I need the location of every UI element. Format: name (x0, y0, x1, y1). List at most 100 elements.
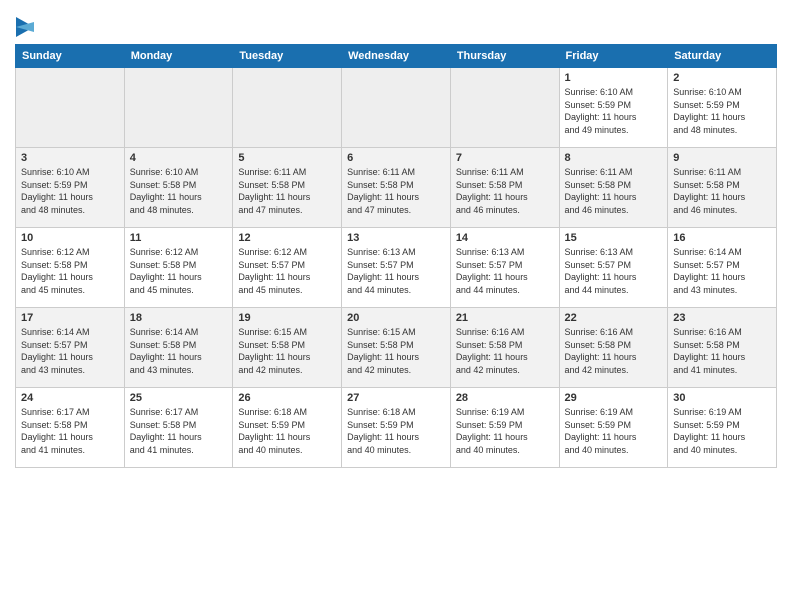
calendar-day-cell (342, 68, 451, 148)
day-info: Sunrise: 6:14 AMSunset: 5:57 PMDaylight:… (673, 246, 771, 296)
day-number: 5 (238, 152, 336, 164)
day-info: Sunrise: 6:10 AMSunset: 5:59 PMDaylight:… (21, 166, 119, 216)
calendar-week-row: 1 Sunrise: 6:10 AMSunset: 5:59 PMDaylight… (16, 68, 777, 148)
day-info: Sunrise: 6:16 AMSunset: 5:58 PMDaylight:… (673, 326, 771, 376)
day-number: 10 (21, 232, 119, 244)
calendar-day-cell (450, 68, 559, 148)
weekday-header-sunday: Sunday (16, 45, 125, 68)
day-number: 7 (456, 152, 554, 164)
day-info: Sunrise: 6:19 AMSunset: 5:59 PMDaylight:… (456, 406, 554, 456)
calendar-day-cell: 23 Sunrise: 6:16 AMSunset: 5:58 PMDayligh… (668, 308, 777, 388)
day-info: Sunrise: 6:11 AMSunset: 5:58 PMDaylight:… (565, 166, 663, 216)
day-info: Sunrise: 6:19 AMSunset: 5:59 PMDaylight:… (565, 406, 663, 456)
day-number: 23 (673, 312, 771, 324)
day-number: 20 (347, 312, 445, 324)
page: SundayMondayTuesdayWednesdayThursdayFrid… (0, 0, 792, 483)
calendar-day-cell: 7 Sunrise: 6:11 AMSunset: 5:58 PMDaylight… (450, 148, 559, 228)
day-info: Sunrise: 6:17 AMSunset: 5:58 PMDaylight:… (130, 406, 228, 456)
day-number: 15 (565, 232, 663, 244)
day-number: 16 (673, 232, 771, 244)
weekday-header-saturday: Saturday (668, 45, 777, 68)
calendar-day-cell (124, 68, 233, 148)
calendar-day-cell: 1 Sunrise: 6:10 AMSunset: 5:59 PMDaylight… (559, 68, 668, 148)
calendar-day-cell: 15 Sunrise: 6:13 AMSunset: 5:57 PMDayligh… (559, 228, 668, 308)
day-info: Sunrise: 6:19 AMSunset: 5:59 PMDaylight:… (673, 406, 771, 456)
day-number: 4 (130, 152, 228, 164)
calendar-day-cell: 3Sunrise: 6:10 AMSunset: 5:59 PMDaylight… (16, 148, 125, 228)
weekday-header-wednesday: Wednesday (342, 45, 451, 68)
day-number: 21 (456, 312, 554, 324)
day-info: Sunrise: 6:12 AMSunset: 5:57 PMDaylight:… (238, 246, 336, 296)
day-number: 6 (347, 152, 445, 164)
calendar-header-row: SundayMondayTuesdayWednesdayThursdayFrid… (16, 45, 777, 68)
calendar-day-cell: 2Sunrise: 6:10 AMSunset: 5:59 PMDaylight… (668, 68, 777, 148)
calendar-week-row: 10 Sunrise: 6:12 AMSunset: 5:58 PMDayligh… (16, 228, 777, 308)
calendar-week-row: 24Sunrise: 6:17 AMSunset: 5:58 PMDayligh… (16, 388, 777, 468)
day-number: 17 (21, 312, 119, 324)
calendar-day-cell: 14 Sunrise: 6:13 AMSunset: 5:57 PMDayligh… (450, 228, 559, 308)
calendar-day-cell: 30 Sunrise: 6:19 AMSunset: 5:59 PMDayligh… (668, 388, 777, 468)
calendar-day-cell: 28 Sunrise: 6:19 AMSunset: 5:59 PMDayligh… (450, 388, 559, 468)
calendar-week-row: 3Sunrise: 6:10 AMSunset: 5:59 PMDaylight… (16, 148, 777, 228)
calendar-day-cell: 20Sunrise: 6:15 AMSunset: 5:58 PMDayligh… (342, 308, 451, 388)
day-info: Sunrise: 6:16 AMSunset: 5:58 PMDaylight:… (456, 326, 554, 376)
day-info: Sunrise: 6:17 AMSunset: 5:58 PMDaylight:… (21, 406, 119, 456)
day-info: Sunrise: 6:14 AMSunset: 5:57 PMDaylight:… (21, 326, 119, 376)
calendar-day-cell: 25 Sunrise: 6:17 AMSunset: 5:58 PMDayligh… (124, 388, 233, 468)
weekday-header-monday: Monday (124, 45, 233, 68)
calendar-day-cell: 16 Sunrise: 6:14 AMSunset: 5:57 PMDayligh… (668, 228, 777, 308)
weekday-header-thursday: Thursday (450, 45, 559, 68)
calendar-day-cell (233, 68, 342, 148)
calendar-day-cell: 24Sunrise: 6:17 AMSunset: 5:58 PMDayligh… (16, 388, 125, 468)
day-info: Sunrise: 6:13 AMSunset: 5:57 PMDaylight:… (347, 246, 445, 296)
calendar-day-cell: 10 Sunrise: 6:12 AMSunset: 5:58 PMDayligh… (16, 228, 125, 308)
logo (15, 14, 34, 36)
day-info: Sunrise: 6:18 AMSunset: 5:59 PMDaylight:… (238, 406, 336, 456)
day-number: 2 (673, 72, 771, 84)
calendar-day-cell: 6Sunrise: 6:11 AMSunset: 5:58 PMDaylight… (342, 148, 451, 228)
day-info: Sunrise: 6:13 AMSunset: 5:57 PMDaylight:… (565, 246, 663, 296)
day-number: 11 (130, 232, 228, 244)
day-info: Sunrise: 6:18 AMSunset: 5:59 PMDaylight:… (347, 406, 445, 456)
day-number: 26 (238, 392, 336, 404)
day-number: 14 (456, 232, 554, 244)
day-number: 18 (130, 312, 228, 324)
calendar-day-cell: 17 Sunrise: 6:14 AMSunset: 5:57 PMDayligh… (16, 308, 125, 388)
day-number: 13 (347, 232, 445, 244)
day-number: 9 (673, 152, 771, 164)
calendar-day-cell: 26 Sunrise: 6:18 AMSunset: 5:59 PMDayligh… (233, 388, 342, 468)
logo-general (15, 14, 34, 38)
calendar-day-cell: 8 Sunrise: 6:11 AMSunset: 5:58 PMDaylight… (559, 148, 668, 228)
day-number: 8 (565, 152, 663, 164)
calendar-week-row: 17 Sunrise: 6:14 AMSunset: 5:57 PMDayligh… (16, 308, 777, 388)
calendar-day-cell: 21 Sunrise: 6:16 AMSunset: 5:58 PMDayligh… (450, 308, 559, 388)
day-number: 30 (673, 392, 771, 404)
day-info: Sunrise: 6:11 AMSunset: 5:58 PMDaylight:… (673, 166, 771, 216)
calendar-day-cell: 5Sunrise: 6:11 AMSunset: 5:58 PMDaylight… (233, 148, 342, 228)
day-info: Sunrise: 6:10 AMSunset: 5:59 PMDaylight:… (565, 86, 663, 136)
day-number: 22 (565, 312, 663, 324)
calendar-day-cell: 9 Sunrise: 6:11 AMSunset: 5:58 PMDaylight… (668, 148, 777, 228)
day-info: Sunrise: 6:15 AMSunset: 5:58 PMDaylight:… (238, 326, 336, 376)
day-number: 1 (565, 72, 663, 84)
day-info: Sunrise: 6:12 AMSunset: 5:58 PMDaylight:… (21, 246, 119, 296)
day-number: 12 (238, 232, 336, 244)
day-number: 19 (238, 312, 336, 324)
header (15, 10, 777, 36)
day-number: 29 (565, 392, 663, 404)
day-number: 28 (456, 392, 554, 404)
calendar-day-cell: 27 Sunrise: 6:18 AMSunset: 5:59 PMDayligh… (342, 388, 451, 468)
calendar-day-cell: 13 Sunrise: 6:13 AMSunset: 5:57 PMDayligh… (342, 228, 451, 308)
calendar-day-cell: 29 Sunrise: 6:19 AMSunset: 5:59 PMDayligh… (559, 388, 668, 468)
day-info: Sunrise: 6:10 AMSunset: 5:58 PMDaylight:… (130, 166, 228, 216)
day-number: 27 (347, 392, 445, 404)
day-info: Sunrise: 6:14 AMSunset: 5:58 PMDaylight:… (130, 326, 228, 376)
calendar-day-cell: 4 Sunrise: 6:10 AMSunset: 5:58 PMDaylight… (124, 148, 233, 228)
calendar-day-cell: 11Sunrise: 6:12 AMSunset: 5:58 PMDayligh… (124, 228, 233, 308)
calendar-day-cell: 18 Sunrise: 6:14 AMSunset: 5:58 PMDayligh… (124, 308, 233, 388)
day-info: Sunrise: 6:13 AMSunset: 5:57 PMDaylight:… (456, 246, 554, 296)
weekday-header-tuesday: Tuesday (233, 45, 342, 68)
day-info: Sunrise: 6:11 AMSunset: 5:58 PMDaylight:… (456, 166, 554, 216)
day-number: 25 (130, 392, 228, 404)
calendar-day-cell (16, 68, 125, 148)
